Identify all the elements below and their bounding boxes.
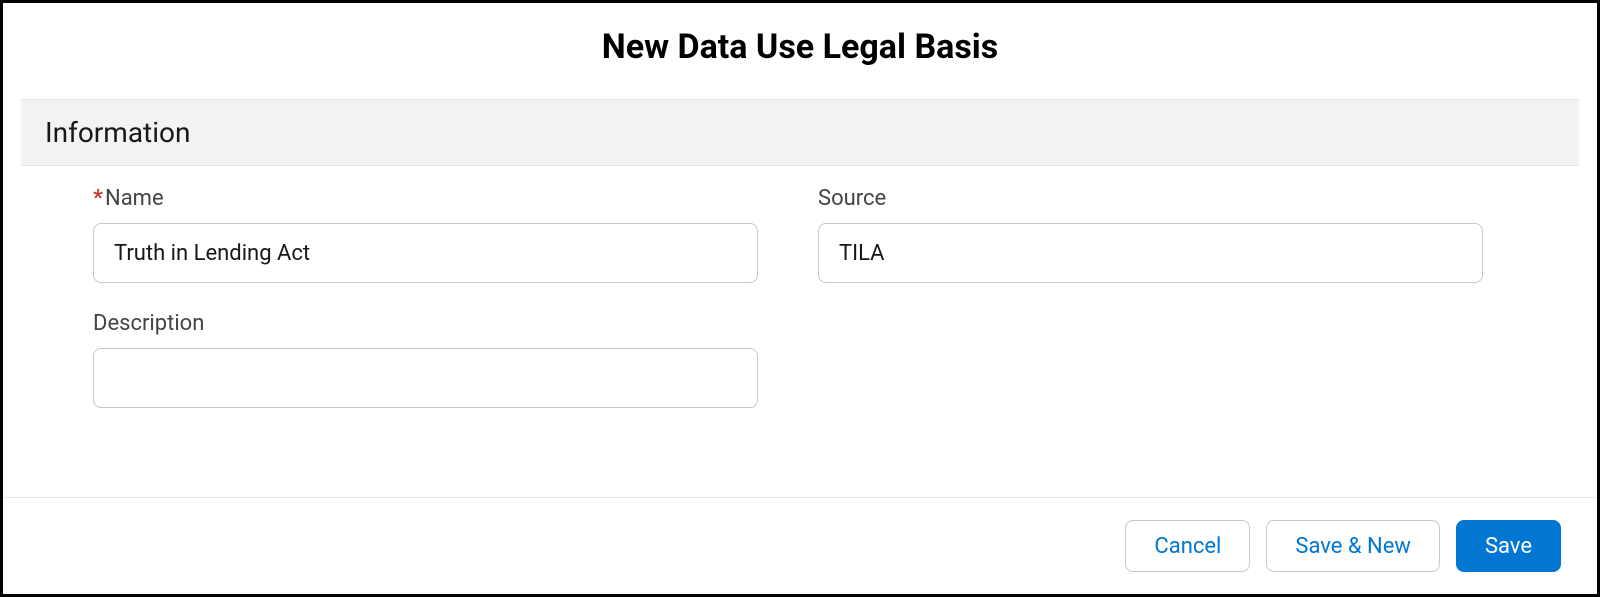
name-input[interactable] [93, 223, 758, 283]
description-input[interactable] [93, 348, 758, 408]
form-col-right: Source [818, 186, 1483, 436]
source-label: Source [818, 186, 1483, 211]
cancel-button[interactable]: Cancel [1125, 520, 1250, 572]
name-label-text: Name [105, 186, 164, 211]
field-group-description: Description [93, 311, 758, 408]
modal-title: New Data Use Legal Basis [23, 27, 1577, 67]
modal-footer: Cancel Save & New Save [3, 497, 1597, 594]
field-group-name: *Name [93, 186, 758, 283]
modal-header: New Data Use Legal Basis [3, 3, 1597, 99]
name-label: *Name [93, 186, 758, 211]
description-label: Description [93, 311, 758, 336]
form-body: *Name Description Source [3, 166, 1597, 497]
form-col-left: *Name Description [93, 186, 758, 436]
form-row-1: *Name Description Source [43, 186, 1557, 436]
new-legal-basis-modal: New Data Use Legal Basis Information *Na… [0, 0, 1600, 597]
field-group-source: Source [818, 186, 1483, 283]
section-header-information: Information [21, 99, 1579, 166]
section-title: Information [45, 116, 1555, 149]
source-input[interactable] [818, 223, 1483, 283]
required-asterisk-icon: * [93, 186, 103, 211]
save-button[interactable]: Save [1456, 520, 1561, 572]
save-and-new-button[interactable]: Save & New [1266, 520, 1440, 572]
